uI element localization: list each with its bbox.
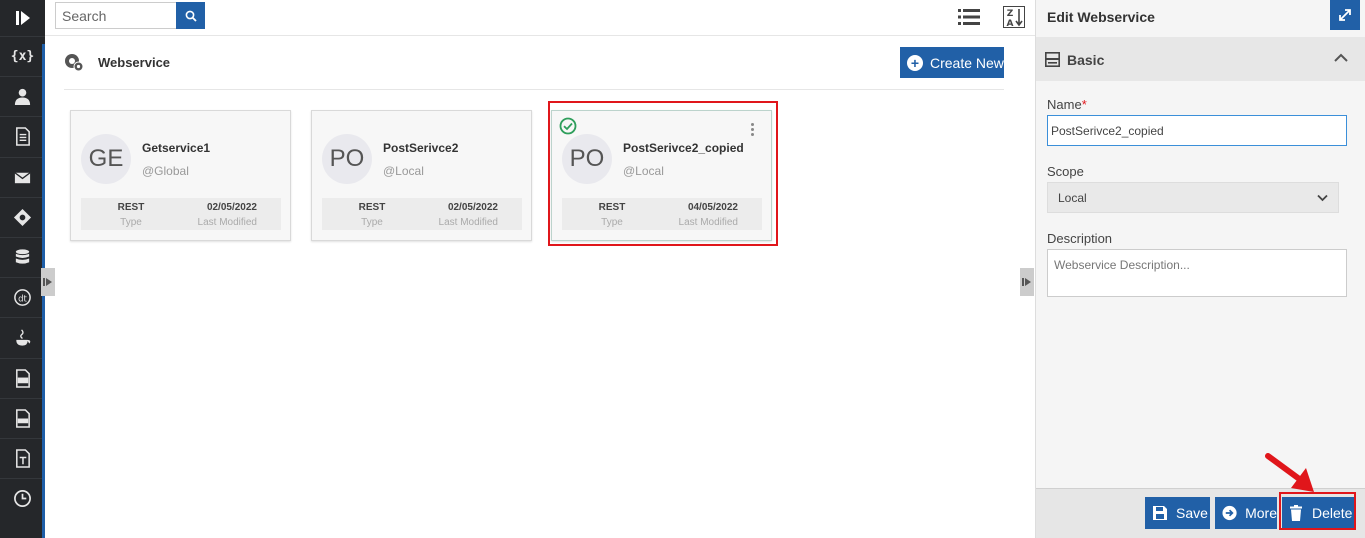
webservice-gear-icon: [65, 54, 84, 72]
user-icon: [14, 89, 31, 106]
search-bar: [55, 2, 205, 29]
card-type-label: Type: [361, 217, 383, 228]
webservice-card[interactable]: PO PostSerivce2 @Local REST Type 02/05/2…: [311, 110, 532, 241]
scope-value: Local: [1058, 190, 1087, 205]
expand-right-icon: [1022, 278, 1031, 286]
card-meta: REST Type 02/05/2022 Last Modified: [322, 198, 522, 230]
java-icon: [16, 329, 31, 346]
name-label-text: Name: [1047, 97, 1082, 112]
rail-css[interactable]: [0, 397, 45, 438]
avatar: PO: [322, 134, 372, 184]
description-label: Description: [1047, 231, 1113, 246]
required-mark: *: [1081, 97, 1087, 112]
plus-circle-icon: +: [907, 54, 923, 71]
expand-icon: [1339, 9, 1351, 21]
text-icon: [16, 449, 30, 468]
rail-text[interactable]: [0, 437, 45, 478]
rail-variables[interactable]: {x}: [0, 36, 45, 76]
page-title: Webservice: [98, 54, 171, 70]
header-divider: [64, 89, 1004, 90]
database-icon: [15, 249, 30, 264]
description-field[interactable]: [1047, 249, 1347, 297]
selection-highlight-frame: [548, 101, 778, 246]
sort-button[interactable]: Z A: [1002, 6, 1026, 28]
card-type-label: Type: [120, 217, 142, 228]
dt-icon: dt: [14, 289, 31, 307]
document-icon: [16, 127, 30, 147]
svg-text:A: A: [1007, 19, 1014, 28]
arrow-circle-right-icon: [1222, 505, 1237, 521]
search-icon: [185, 10, 197, 22]
save-icon: [1153, 506, 1167, 520]
card-type: REST: [358, 202, 386, 213]
svg-text:dt: dt: [18, 295, 27, 305]
rail-diamond[interactable]: [0, 196, 45, 237]
search-input[interactable]: [55, 2, 176, 29]
diamond-icon: [13, 208, 32, 226]
mail-icon: [14, 171, 31, 183]
maximize-button[interactable]: [1330, 0, 1360, 30]
card-modified: 02/05/2022: [447, 202, 498, 213]
card-scope: @Local: [383, 164, 424, 178]
panel-title: Edit Webservice: [1047, 9, 1155, 25]
more-button[interactable]: More: [1215, 497, 1277, 529]
left-rail: {x} dt: [0, 0, 45, 538]
card-modified-label: Last Modified: [438, 217, 498, 228]
name-field[interactable]: [1047, 115, 1347, 146]
search-button[interactable]: [176, 2, 205, 29]
app-logo[interactable]: [0, 0, 45, 36]
red-arrow-icon: [1265, 453, 1314, 492]
form-section-icon: [1045, 52, 1060, 67]
card-modified-label: Last Modified: [197, 217, 257, 228]
sort-za-icon: Z A: [1003, 6, 1025, 28]
rail-dt[interactable]: dt: [0, 277, 45, 317]
scope-label: Scope: [1047, 164, 1084, 179]
tb-icon: [16, 368, 30, 388]
card-name: PostSerivce2: [383, 141, 459, 155]
page-header: Webservice: [64, 52, 170, 72]
more-label: More: [1245, 505, 1277, 521]
card-scope: @Global: [142, 164, 189, 178]
clock-icon: [14, 490, 31, 508]
rail-mail[interactable]: [0, 156, 45, 197]
create-new-button[interactable]: + Create New: [900, 47, 1004, 78]
list-icon: [958, 9, 980, 25]
webservice-card[interactable]: GE Getservice1 @Global REST Type 02/05/2…: [70, 110, 291, 241]
card-name: Getservice1: [142, 141, 211, 155]
rail-history[interactable]: [0, 478, 45, 518]
list-view-button[interactable]: [957, 6, 981, 28]
save-label: Save: [1176, 505, 1208, 521]
css-icon: [16, 408, 30, 428]
scope-select[interactable]: Local: [1047, 182, 1339, 213]
name-label: Name*: [1047, 97, 1087, 112]
logo-icon: [15, 11, 30, 25]
right-collapse-handle[interactable]: [1020, 268, 1034, 296]
card-modified: 02/05/2022: [206, 202, 257, 213]
chevron-up-icon: [1334, 53, 1348, 62]
avatar: GE: [81, 134, 131, 184]
create-new-label: Create New: [930, 54, 1004, 71]
card-type: REST: [117, 202, 145, 213]
svg-text:Z: Z: [1007, 9, 1014, 19]
section-title: Basic: [1067, 52, 1105, 68]
expand-right-icon: [43, 278, 52, 286]
save-button[interactable]: Save: [1145, 497, 1210, 529]
basic-section-header[interactable]: Basic: [1036, 37, 1365, 81]
rail-documents[interactable]: [0, 116, 45, 156]
rail-users[interactable]: [0, 76, 45, 116]
rail-tb[interactable]: [0, 357, 45, 398]
variable-icon: {x}: [10, 49, 35, 65]
rail-database[interactable]: [0, 236, 45, 277]
toolbar-divider: [45, 35, 1035, 36]
card-meta: REST Type 02/05/2022 Last Modified: [81, 198, 281, 230]
left-collapse-handle[interactable]: [41, 268, 55, 296]
rail-java[interactable]: [0, 317, 45, 357]
chevron-down-icon: [1317, 194, 1328, 201]
